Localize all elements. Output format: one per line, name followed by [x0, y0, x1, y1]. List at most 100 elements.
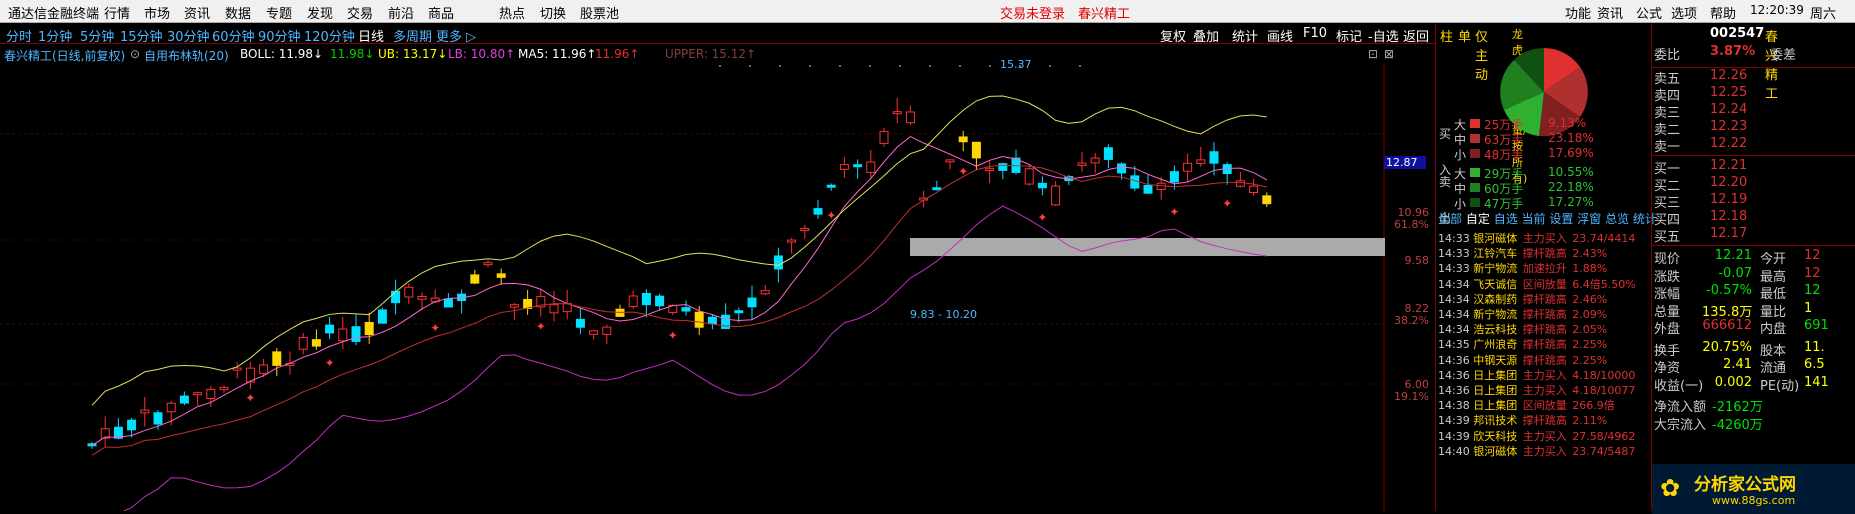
period-1m[interactable]: 1分钟	[38, 26, 72, 45]
menu-hotspot[interactable]: 热点	[499, 3, 525, 22]
period-120m[interactable]: 120分钟	[304, 26, 355, 45]
period-bar: 分时 1分钟 5分钟 15分钟 30分钟 60分钟 90分钟 120分钟 日线 …	[0, 24, 1778, 185]
menu-frontier[interactable]: 前沿	[388, 3, 414, 22]
ask-price[interactable]: 12.25	[1710, 85, 1747, 100]
ask-price[interactable]: 12.24	[1710, 102, 1747, 117]
bid-price[interactable]: 12.21	[1710, 158, 1747, 173]
ticker-tab-favorite[interactable]: 自选	[1494, 212, 1518, 226]
ticker-tab-overview[interactable]: 总览	[1605, 212, 1629, 226]
menu-function[interactable]: 功能	[1565, 3, 1591, 22]
menu-help[interactable]: 帮助	[1710, 3, 1736, 22]
kline-svg[interactable]: ✦ ✦ ✦ ✦ ✦ ✦ ✦ ✦ ✦ ✦	[0, 64, 1385, 511]
ticker-row[interactable]: 14:36 日上集团 主力买入 4.18/10077	[1438, 382, 1635, 398]
period-15m[interactable]: 15分钟	[120, 26, 163, 45]
menu-data[interactable]: 数据	[225, 3, 251, 22]
ticker-row[interactable]: 14:34 汉森制药 撑杆跳高 2.46%	[1438, 291, 1607, 307]
candle-body	[298, 337, 308, 350]
top-dot	[1049, 65, 1051, 67]
menu-switch[interactable]: 切换	[540, 3, 566, 22]
ticker-row[interactable]: 14:34 飞天诚信 区间放量 6.4倍5.50%	[1438, 276, 1636, 292]
ticker-tab-settings[interactable]: 设置	[1549, 212, 1573, 226]
close-icon[interactable]: ⊠	[1384, 47, 1394, 61]
indicator-formula[interactable]: 自用布林轨(20)	[144, 47, 229, 64]
period-multi[interactable]: 多周期	[393, 26, 432, 45]
ticker-row[interactable]: 14:33 新宁物流 加速拉升 1.88%	[1438, 260, 1607, 276]
stat-label: 收益(一)	[1654, 378, 1704, 394]
tool-back[interactable]: 返回	[1403, 26, 1429, 45]
ticker-row[interactable]: 14:33 江铃汽车 撑杆跳高 2.43%	[1438, 245, 1607, 261]
top-dot	[809, 65, 811, 67]
bid-price[interactable]: 12.18	[1710, 209, 1747, 224]
ticker-row[interactable]: 14:40 银河磁体 主力买入 23.74/5487	[1438, 443, 1635, 459]
tool-draw[interactable]: 画线	[1267, 26, 1293, 45]
period-60m[interactable]: 60分钟	[212, 26, 255, 45]
period-5m[interactable]: 5分钟	[80, 26, 114, 45]
menu-options[interactable]: 选项	[1671, 3, 1697, 22]
tool-restore[interactable]: 复权	[1160, 26, 1186, 45]
candle-body	[166, 402, 176, 413]
bid-price[interactable]: 12.20	[1710, 175, 1747, 190]
tool-favorite[interactable]: -自选	[1368, 26, 1399, 45]
candle-body	[351, 326, 361, 342]
kline-chart[interactable]: ✦ ✦ ✦ ✦ ✦ ✦ ✦ ✦ ✦ ✦ 15.37 9.83 - 10.20 12.87 10.9…	[0, 58, 1429, 511]
candle-body	[760, 290, 770, 295]
stat-value: 6.5	[1804, 357, 1825, 372]
ticker-row[interactable]: 14:33 银河磁体 主力买入 23.74/4414	[1438, 230, 1635, 246]
ask-price[interactable]: 12.23	[1710, 119, 1747, 134]
ask-price[interactable]: 12.26	[1710, 68, 1747, 83]
candle-body	[602, 326, 612, 335]
candle-body	[153, 412, 163, 425]
menu-market[interactable]: 行情	[104, 3, 130, 22]
ticker-tab-current[interactable]: 当前	[1522, 212, 1546, 226]
ticker-row[interactable]: 14:39 欣天科技 主力买入 27.58/4962	[1438, 428, 1635, 444]
indicator-stock-title[interactable]: 春兴精工(日线,前复权)	[4, 47, 125, 64]
formula-gear-icon[interactable]: ⊙	[130, 47, 140, 61]
signal-marker: ✦	[826, 208, 836, 222]
ticker-row[interactable]: 14:39 邦讯技术 撑杆跳高 2.11%	[1438, 412, 1607, 428]
period-tick[interactable]: 分时	[6, 26, 32, 45]
tool-mark[interactable]: 标记	[1336, 26, 1362, 45]
ticker-row[interactable]: 14:38 日上集团 区间放量 266.9倍	[1438, 397, 1615, 413]
ticker-tab-float[interactable]: 浮窗	[1577, 212, 1601, 226]
bid-price[interactable]: 12.19	[1710, 192, 1747, 207]
ticker-tab-custom[interactable]: 自定	[1466, 212, 1490, 226]
menu-news[interactable]: 资讯	[184, 3, 210, 22]
bid-price[interactable]: 12.17	[1710, 226, 1747, 241]
ticker-row[interactable]: 14:36 日上集团 主力买入 4.18/10000	[1438, 367, 1635, 383]
ticker-row[interactable]: 14:34 浩云科技 撑杆跳高 2.05%	[1438, 321, 1607, 337]
menu-market2[interactable]: 市场	[144, 3, 170, 22]
menu-stockpool[interactable]: 股票池	[580, 3, 619, 22]
period-30m[interactable]: 30分钟	[167, 26, 210, 45]
menu-discover[interactable]: 发现	[307, 3, 333, 22]
ticker-tab-all[interactable]: 全部	[1438, 212, 1462, 226]
tool-f10[interactable]: F10	[1303, 26, 1327, 41]
flow-percent: 10.55%	[1548, 165, 1594, 179]
clock: 12:20:39	[1750, 3, 1804, 17]
period-90m[interactable]: 90分钟	[258, 26, 301, 45]
webi-value: 3.87%	[1710, 44, 1756, 59]
ticker-row[interactable]: 14:36 中钢天源 撑杆跳高 2.25%	[1438, 352, 1607, 368]
period-more[interactable]: 更多 ▷	[436, 26, 476, 45]
login-status[interactable]: 交易未登录	[1000, 3, 1065, 22]
ticker-row[interactable]: 14:35 广州浪奇 撑杆跳高 2.25%	[1438, 336, 1607, 352]
top-dot	[719, 65, 721, 67]
webi-label: 委比	[1654, 48, 1681, 63]
menu-formula[interactable]: 公式	[1636, 3, 1662, 22]
stat-value: 141	[1804, 374, 1829, 390]
tool-stats[interactable]: 统计	[1232, 26, 1258, 45]
panel-toggle-icon[interactable]: ⊡	[1368, 47, 1378, 61]
boll-value: BOLL: 11.98↓	[240, 47, 324, 61]
menu-info[interactable]: 资讯	[1597, 3, 1623, 22]
stat-label: 总量	[1654, 304, 1681, 320]
ticker-row[interactable]: 14:34 新宁物流 撑杆跳高 2.09%	[1438, 306, 1607, 322]
tool-overlay[interactable]: 叠加	[1193, 26, 1219, 45]
candle-body	[892, 111, 902, 115]
ask-price[interactable]: 12.22	[1710, 136, 1747, 151]
menu-topic[interactable]: 专题	[266, 3, 292, 22]
stat-label: 现价	[1654, 252, 1681, 267]
support-band	[910, 238, 1385, 256]
menu-trade[interactable]: 交易	[347, 3, 373, 22]
menu-commodity[interactable]: 商品	[428, 3, 454, 22]
period-daily[interactable]: 日线	[358, 26, 384, 45]
flow-panel: 买入 卖出 大 25万手 9.13% 中 63万手 23.18% 小 48万手 17…	[1435, 24, 1657, 511]
